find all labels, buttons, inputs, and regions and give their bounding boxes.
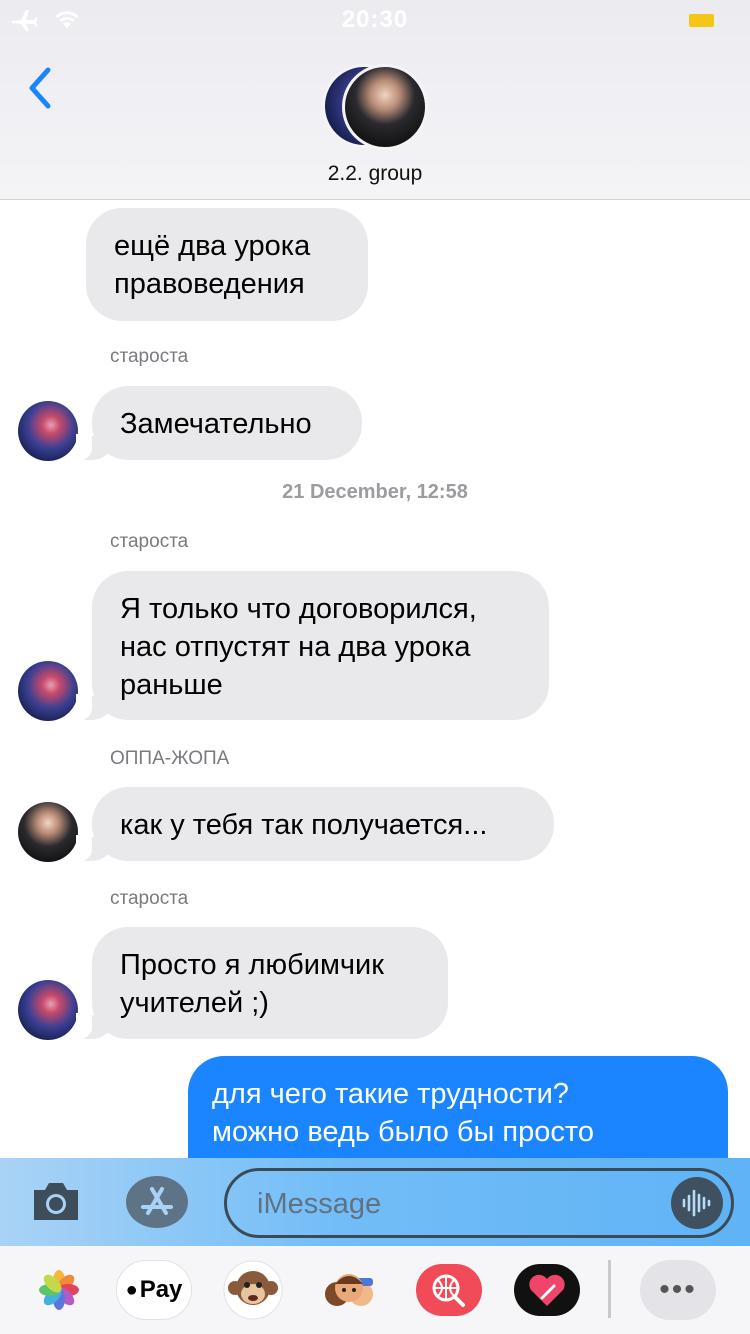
apple-pay-icon: ● Pay	[116, 1260, 192, 1320]
animoji-button[interactable]	[220, 1260, 286, 1320]
memoji-button[interactable]	[316, 1260, 382, 1320]
more-apps-button[interactable]: •••	[640, 1260, 716, 1320]
avatar[interactable]	[18, 802, 78, 862]
chevron-left-icon	[29, 67, 51, 109]
message-line: раньше	[120, 669, 223, 701]
conversation-header: 20:30 2.2. group	[0, 0, 750, 200]
camera-button[interactable]	[30, 1178, 82, 1224]
message-line: Я только что договорился,	[120, 593, 477, 625]
message-line: Замечательно	[120, 408, 312, 440]
message-line: для чего такие трудности?	[212, 1078, 569, 1110]
digital-touch-button[interactable]	[514, 1260, 580, 1320]
avatar[interactable]	[18, 661, 78, 721]
more-icon: •••	[640, 1260, 716, 1320]
animoji-monkey-icon	[223, 1260, 283, 1320]
avatar[interactable]	[18, 401, 78, 461]
message-line: учителей ;)	[120, 987, 269, 1019]
sender-name: староста	[110, 888, 189, 909]
camera-icon	[34, 1183, 78, 1220]
message-line: правоведения	[114, 268, 305, 300]
avatar[interactable]	[18, 980, 78, 1040]
member-avatar	[342, 64, 428, 150]
battery-icon	[689, 14, 714, 27]
message-line: нас отпустят на два урока	[120, 631, 471, 663]
memoji-icon	[325, 1274, 373, 1306]
digital-touch-icon	[514, 1264, 580, 1316]
drawer-separator	[608, 1260, 611, 1318]
message-bubble[interactable]: Я только что договорился, нас отпустят н…	[76, 571, 549, 720]
web-search-icon	[416, 1264, 482, 1316]
status-time: 20:30	[341, 6, 409, 33]
message-bubble[interactable]: Замечательно	[76, 386, 362, 460]
app-store-button[interactable]	[126, 1176, 188, 1228]
message-line: можно ведь было бы просто	[212, 1116, 594, 1148]
message-bubble[interactable]: Просто я любимчик учителей ;)	[76, 927, 448, 1039]
group-avatar[interactable]	[322, 64, 428, 150]
sender-name: староста	[110, 531, 189, 552]
web-search-button[interactable]	[416, 1260, 482, 1320]
audio-record-button[interactable]	[671, 1177, 723, 1229]
message-list[interactable]: ещё два урока правоведения староста Заме…	[0, 200, 750, 1158]
audio-waveform-icon	[682, 1189, 711, 1217]
back-button[interactable]	[22, 64, 62, 114]
photos-app-button[interactable]	[26, 1260, 92, 1320]
apple-pay-label: Pay	[139, 1276, 183, 1303]
message-line: как у тебя так получается...	[120, 809, 488, 841]
message-line: ещё два урока	[114, 230, 311, 262]
message-placeholder: iMessage	[257, 1188, 382, 1220]
timestamp: 21 December, 12:58	[282, 481, 468, 503]
message-line: Просто я любимчик	[120, 949, 384, 981]
compose-bar: iMessage	[0, 1158, 750, 1246]
app-store-icon	[141, 1187, 173, 1215]
sender-name: ОППА-ЖОПА	[110, 748, 230, 769]
status-bar: 20:30	[0, 0, 750, 40]
message-bubble-outgoing[interactable]: для чего такие трудности? можно ведь был…	[188, 1056, 728, 1158]
message-bubble[interactable]: ещё два урока правоведения	[86, 208, 368, 321]
group-name[interactable]: 2.2. group	[0, 162, 750, 186]
apple-pay-button[interactable]: ● Pay	[116, 1260, 192, 1320]
message-input[interactable]: iMessage	[224, 1168, 734, 1238]
photos-icon	[39, 1270, 79, 1310]
app-drawer: ● Pay •••	[0, 1246, 750, 1334]
message-bubble[interactable]: как у тебя так получается...	[76, 787, 554, 861]
sender-name: староста	[110, 346, 189, 367]
